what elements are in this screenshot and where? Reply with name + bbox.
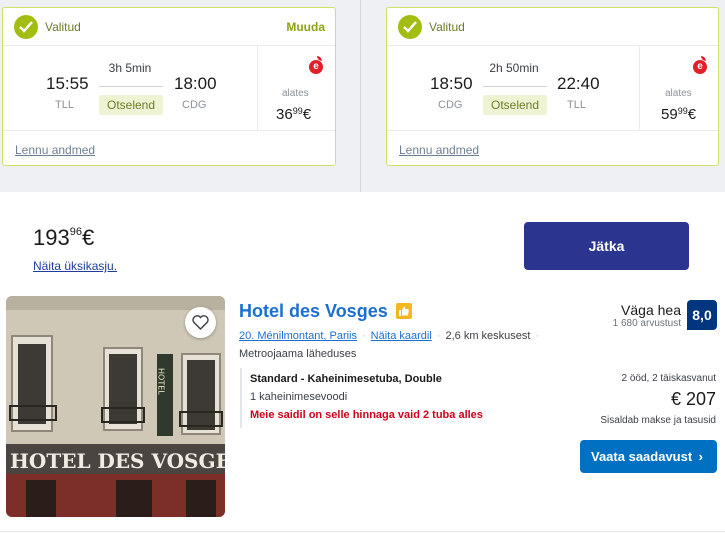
price-divider — [639, 46, 640, 130]
arrival-time: 22:40 — [557, 74, 600, 93]
arrival-time: 18:00 — [174, 74, 217, 93]
separator: · — [362, 330, 366, 342]
scarcity-alert: Meie saidil on selle hinnaga vaid 2 tuba… — [250, 409, 483, 421]
direct-flight-badge: Otselend — [483, 95, 548, 115]
duration-line — [483, 86, 547, 87]
selected-status: Valitud — [45, 20, 81, 34]
flight-details: 18:50 CDG 2h 50min Otselend 22:40 TLL e … — [387, 46, 718, 130]
continue-button[interactable]: Jätka — [524, 222, 689, 270]
hotel-sign-text: HOTEL DES VOSGE — [10, 449, 225, 473]
room-price: € 207 — [670, 389, 716, 409]
chevron-right-icon: › — [698, 449, 703, 464]
direct-flight-badge: Otselend — [99, 95, 164, 115]
column-divider — [360, 0, 361, 192]
card-header: Valitud — [387, 8, 718, 46]
from-label: alates — [665, 88, 692, 99]
show-details-link[interactable]: Näita üksikasju. — [33, 259, 117, 273]
review-count: 1 680 arvustust — [612, 318, 681, 329]
metro-info: Metroojaama läheduses — [239, 348, 357, 360]
flight-details-link[interactable]: Lennu andmed — [399, 143, 479, 157]
departure-airport: CDG — [438, 99, 463, 111]
total-price: 19396€ — [33, 225, 95, 250]
availability-label: Vaata saadavust — [591, 449, 693, 464]
airline-logo-icon: e — [309, 56, 323, 74]
room-type: Standard - Kaheinimesetuba, Double — [250, 373, 442, 385]
location-link[interactable]: 20. Ménilmontant, Pariis — [239, 330, 357, 342]
rating-label: Väga hea — [621, 302, 681, 318]
heart-icon — [192, 315, 209, 330]
arrival-airport: CDG — [182, 99, 207, 111]
room-details: Standard - Kaheinimesetuba, Double 1 kah… — [240, 368, 540, 428]
distance-text: 2,6 km keskusest — [445, 330, 531, 342]
flight-duration: 2h 50min — [489, 61, 539, 75]
see-availability-button[interactable]: Vaata saadavust › — [580, 440, 717, 473]
departure-time: 15:55 — [46, 74, 89, 93]
card-footer: Lennu andmed — [3, 130, 335, 166]
location-row: 20. Ménilmontant, Pariis · Näita kaardil · 2… — [239, 330, 544, 342]
bed-info: 1 kaheinimesevoodi — [250, 391, 348, 403]
card-footer: Lennu andmed — [387, 130, 718, 166]
price-divider — [257, 46, 258, 130]
arrival-airport: TLL — [567, 99, 586, 111]
outbound-flight-card: Valitud Muuda 15:55 TLL 3h 5min Otselend… — [2, 7, 336, 166]
favorite-button[interactable] — [185, 307, 216, 338]
check-icon — [14, 15, 38, 39]
departure-time: 18:50 — [430, 74, 473, 93]
separator: · — [535, 330, 540, 342]
from-label: alates — [282, 88, 309, 99]
change-link[interactable]: Muuda — [286, 20, 325, 34]
flight-details-link[interactable]: Lennu andmed — [15, 143, 95, 157]
flight-price: 3699€ — [276, 106, 312, 123]
inbound-flight-card: Valitud 18:50 CDG 2h 50min Otselend 22:4… — [386, 7, 719, 166]
stay-info: 2 ööd, 2 täiskasvanut — [621, 373, 716, 384]
departure-airport: TLL — [55, 99, 74, 111]
check-icon — [398, 15, 422, 39]
rating-score-badge: 8,0 — [687, 300, 717, 330]
duration-line — [99, 86, 163, 87]
show-map-link[interactable]: Näita kaardil — [371, 330, 432, 342]
hotel-name-link[interactable]: Hotel des Vosges — [239, 301, 388, 322]
selected-status: Valitud — [429, 20, 465, 34]
airline-logo-icon: e — [693, 56, 707, 74]
thumbs-up-icon — [396, 303, 412, 319]
tax-note: Sisaldab makse ja tasusid — [600, 415, 716, 426]
separator: · — [436, 330, 441, 342]
flight-duration: 3h 5min — [108, 61, 152, 75]
hotel-vertical-sign: HOTEL — [157, 368, 166, 395]
card-header: Valitud Muuda — [3, 8, 335, 46]
divider — [0, 531, 725, 532]
flight-details: 15:55 TLL 3h 5min Otselend 18:00 CDG e a… — [3, 46, 335, 130]
flight-price: 5999€ — [661, 106, 697, 123]
